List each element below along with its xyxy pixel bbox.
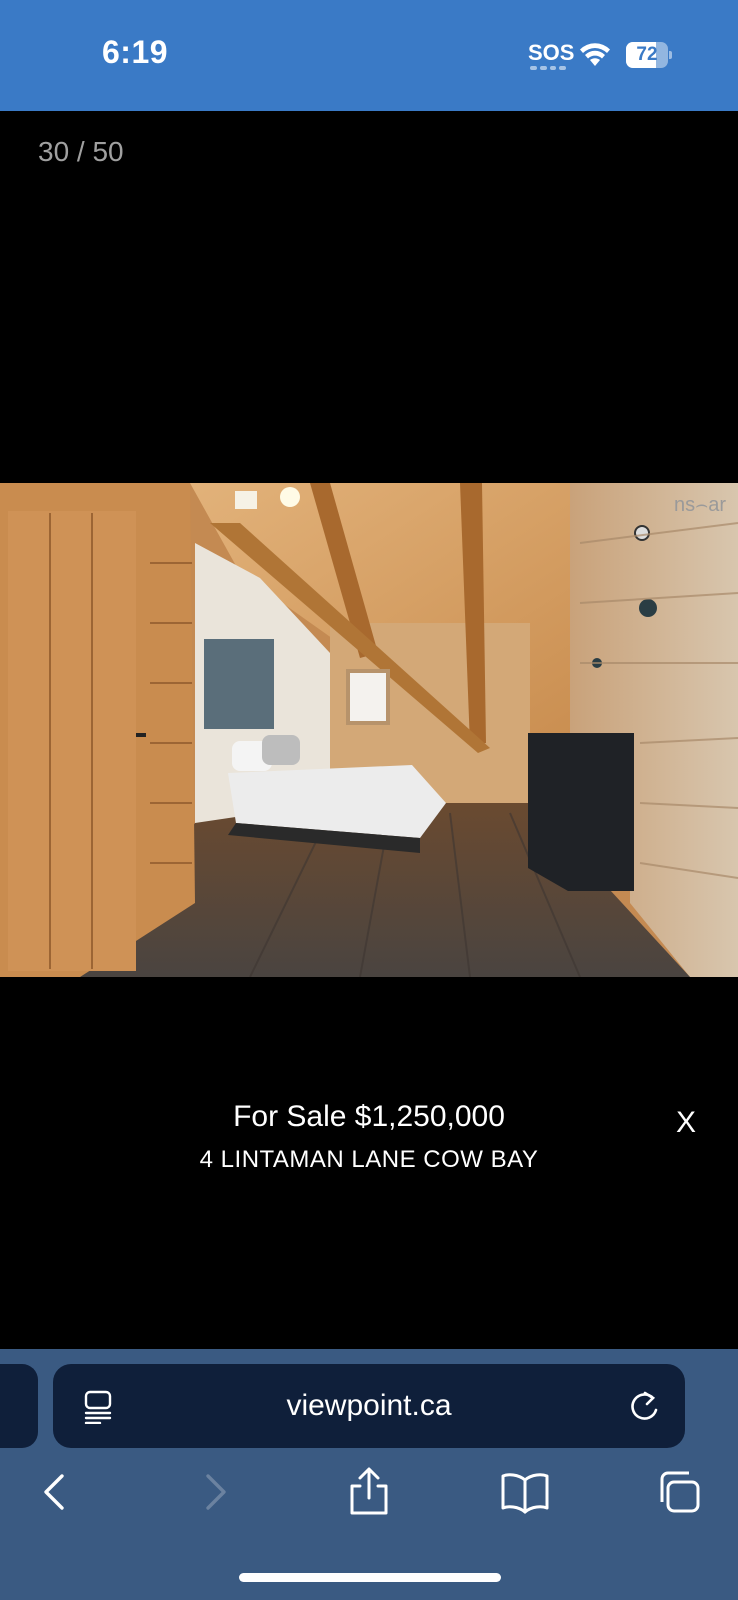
listing-photo[interactable]: ns⌢ar xyxy=(0,483,738,977)
url-text[interactable]: viewpoint.ca xyxy=(53,1364,685,1448)
listing-price: For Sale $1,250,000 xyxy=(233,1100,505,1133)
battery-level-text: 72 xyxy=(636,44,658,65)
address-bar[interactable]: viewpoint.ca xyxy=(53,1364,685,1448)
listing-address: 4 LINTAMAN LANE COW BAY xyxy=(199,1146,539,1173)
listing-caption: For Sale $1,250,000 4 LINTAMAN LANE COW … xyxy=(0,1100,738,1174)
home-indicator[interactable] xyxy=(239,1573,501,1582)
share-icon[interactable] xyxy=(346,1466,392,1516)
close-button[interactable]: X xyxy=(676,1106,696,1140)
reload-icon[interactable] xyxy=(629,1390,661,1424)
sos-signal-dots xyxy=(530,66,566,70)
photo-watermark: ns⌢ar xyxy=(674,494,726,516)
previous-tab-preview[interactable] xyxy=(0,1364,38,1448)
status-time: 6:19 xyxy=(102,34,169,70)
status-bar: 6:19 SOS 72 xyxy=(0,0,738,111)
bookmarks-icon[interactable] xyxy=(500,1470,550,1514)
sos-indicator: SOS xyxy=(528,40,575,65)
back-icon[interactable] xyxy=(34,1470,78,1514)
photo-counter: 30 / 50 xyxy=(38,136,124,167)
forward-icon[interactable] xyxy=(192,1470,236,1514)
battery-indicator: 72 xyxy=(626,42,672,68)
wifi-icon xyxy=(580,43,610,66)
tabs-icon[interactable] xyxy=(656,1470,702,1514)
